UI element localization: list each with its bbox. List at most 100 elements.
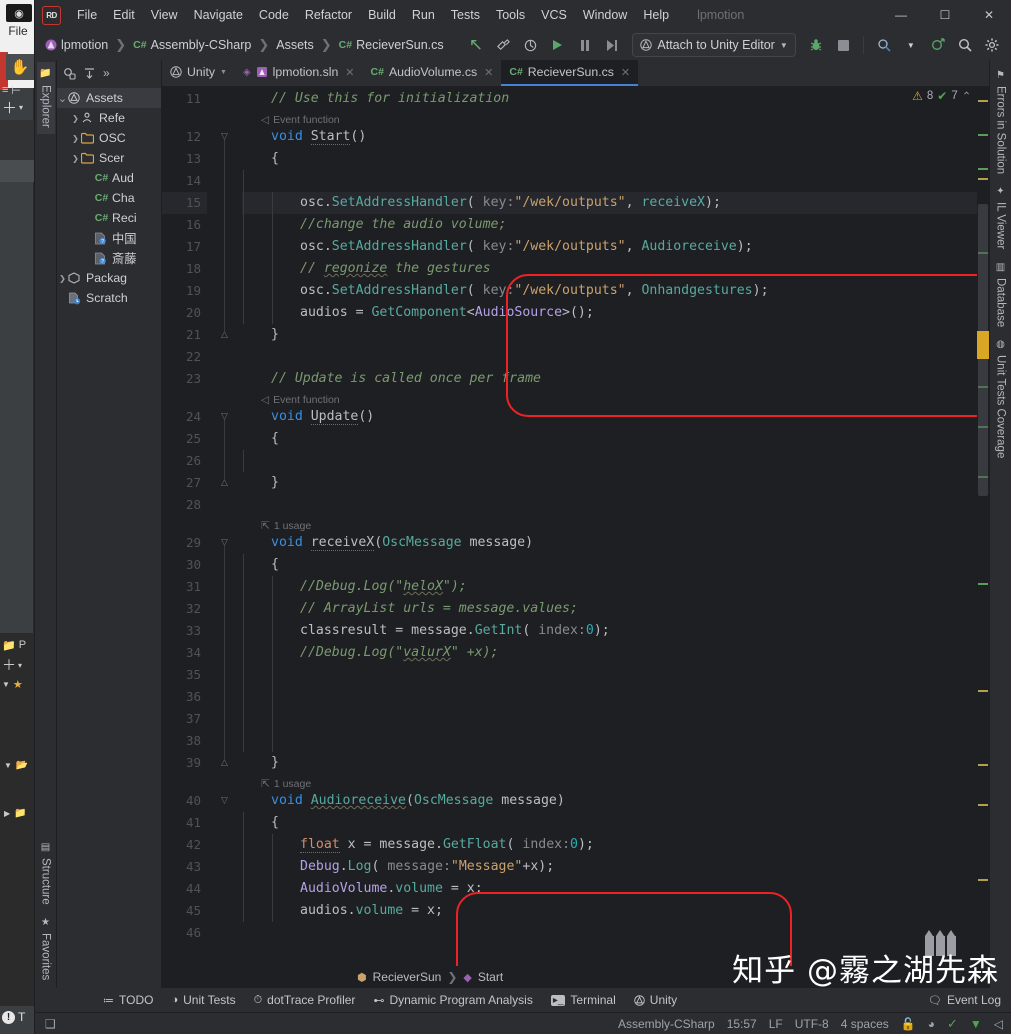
close-icon[interactable]: ✕ — [345, 66, 354, 79]
sidebar-item-explorer[interactable]: 📁 Explorer — [36, 62, 55, 135]
code-folding-column[interactable]: ▽ △ ▽ △ ▽ △ ▽ — [207, 86, 242, 966]
minimize-button[interactable]: — — [879, 0, 923, 30]
sidebar-item-favorites[interactable]: ★ Favorites — [37, 911, 55, 986]
code-vision-hint[interactable]: ◁ Event function — [261, 394, 340, 406]
breadcrumb-assembly[interactable]: C# Assembly-CSharp — [129, 36, 255, 54]
menu-help[interactable]: Help — [635, 4, 677, 26]
menu-navigate[interactable]: Navigate — [186, 4, 251, 26]
menu-file[interactable]: File — [69, 4, 105, 26]
step-over-icon[interactable] — [599, 33, 624, 57]
unity-logo-icon[interactable]: ◁ — [994, 1017, 1003, 1031]
tool-window-unity[interactable]: Unity — [634, 993, 677, 1007]
tab-audiovolume-cs[interactable]: C# AudioVolume.cs ✕ — [363, 60, 502, 86]
tab-unity[interactable]: Unity ▼ — [162, 60, 235, 86]
code-line[interactable]: osc.SetAddressHandler( key:"/wek/outputs… — [242, 192, 721, 214]
sidebar-item-structure[interactable]: ▤ Structure — [37, 836, 55, 911]
rebuild-icon[interactable] — [518, 33, 543, 57]
code-line[interactable]: //change the audio volume; — [242, 214, 506, 236]
chevron-right-icon[interactable]: ❯ — [70, 134, 81, 143]
code-line[interactable]: void receiveX(OscMessage message) — [242, 532, 533, 554]
code-line[interactable]: } — [242, 752, 279, 774]
menu-vcs[interactable]: VCS — [533, 4, 575, 26]
inspection-icon[interactable]: ◕ — [928, 1017, 935, 1031]
locate-icon[interactable] — [63, 67, 76, 80]
chevron-right-icon[interactable]: ❯ — [70, 154, 81, 163]
project-tree[interactable]: ⌄ Assets ❯ Refe ❯ OSC ❯ Scer C# Aud C# Cha C# Reci? 中国… — [57, 86, 161, 988]
sidebar-item-errors-in-solution[interactable]: ⚑ Errors in Solution — [992, 64, 1010, 180]
tree-item-scratch[interactable]: Scratch — [57, 288, 161, 308]
collapse-icon[interactable] — [83, 67, 96, 80]
code-line[interactable]: void Start() — [242, 126, 366, 148]
breadcrumb-file[interactable]: C# RecieverSun.cs — [335, 36, 448, 54]
breadcrumb-assets[interactable]: Assets — [272, 36, 318, 54]
debug-icon[interactable] — [804, 33, 829, 57]
code-line[interactable]: //Debug.Log("heloX"); — [242, 576, 467, 598]
status-indent[interactable]: 4 spaces — [841, 1017, 889, 1031]
sidebar-item-database[interactable]: ▥ Database — [992, 256, 1010, 333]
status-line-separator[interactable]: LF — [769, 1017, 783, 1031]
close-icon[interactable]: ✕ — [484, 66, 493, 79]
breadcrumb-class-label[interactable]: RecieverSun — [373, 970, 442, 984]
error-stripe-mark[interactable] — [978, 764, 988, 766]
code-line[interactable]: // ArrayList urls = message.values; — [242, 598, 578, 620]
error-stripe-mark[interactable] — [978, 134, 988, 136]
code-line[interactable]: void Update() — [242, 406, 374, 428]
menu-view[interactable]: View — [143, 4, 186, 26]
tree-item-reci[interactable]: C# Reci — [57, 208, 161, 228]
tab-lpmotion-sln[interactable]: ◈ lpmotion.sln ✕ — [235, 60, 363, 86]
close-icon[interactable]: ✕ — [621, 66, 630, 79]
coverage-icon[interactable] — [871, 33, 896, 57]
code-vision-hint[interactable]: ⇱ 1 usage — [261, 778, 311, 790]
breadcrumb-project[interactable]: lpmotion — [41, 36, 112, 54]
tab-recieversun-cs[interactable]: C# RecieverSun.cs ✕ — [501, 60, 639, 86]
code-line[interactable]: // regonize the gestures — [242, 258, 491, 280]
code-line[interactable]: //Debug.Log("valurX" +x); — [242, 642, 499, 664]
code-line[interactable]: { — [242, 554, 279, 576]
maximize-button[interactable]: ☐ — [923, 0, 967, 30]
status-encoding[interactable]: UTF-8 — [795, 1017, 829, 1031]
error-stripe[interactable] — [977, 86, 989, 966]
chevron-down-icon[interactable]: ▼ — [898, 33, 923, 57]
code-line[interactable]: osc.SetAddressHandler( key:"/wek/outputs… — [242, 236, 753, 258]
code-line[interactable]: { — [242, 428, 279, 450]
code-line[interactable]: osc.SetAddressHandler( key:"/wek/outputs… — [242, 280, 769, 302]
menu-tests[interactable]: Tests — [443, 4, 488, 26]
sidebar-item-unit-tests-coverage[interactable]: ◍ Unit Tests Coverage — [992, 333, 1010, 464]
code-vision-hint[interactable]: ⇱ 1 usage — [261, 520, 311, 532]
menu-refactor[interactable]: Refactor — [297, 4, 360, 26]
code-line[interactable]: { — [242, 812, 279, 834]
tool-window-todo[interactable]: ≔ TODO — [103, 993, 153, 1007]
tool-window-terminal[interactable]: ▸_ Terminal — [550, 993, 616, 1007]
build-icon[interactable] — [490, 33, 515, 57]
menu-run[interactable]: Run — [404, 4, 443, 26]
tree-item-scer[interactable]: ❯ Scer — [57, 148, 161, 168]
code-line[interactable]: Debug.Log( message:"Message"+x); — [242, 856, 554, 878]
unity-green-icon[interactable]: ▼ — [970, 1017, 982, 1031]
code-line[interactable]: // Use this for initialization — [242, 88, 509, 110]
run-icon[interactable] — [545, 33, 570, 57]
chevron-up-icon[interactable]: ⌃ — [962, 89, 972, 103]
sidebar-item-il-viewer[interactable]: ✦ IL Viewer — [992, 180, 1010, 255]
pause-icon[interactable] — [572, 33, 597, 57]
tool-window-unit-tests[interactable]: ◑ Unit Tests — [171, 993, 235, 1007]
code-line[interactable]: } — [242, 324, 279, 346]
checkmark-icon[interactable]: ✓ — [947, 1016, 958, 1032]
tree-item-assets[interactable]: ⌄ Assets — [57, 88, 161, 108]
tree-item-refe[interactable]: ❯ Refe — [57, 108, 161, 128]
run-configuration-selector[interactable]: Attach to Unity Editor ▼ — [632, 33, 796, 57]
tree-item-[interactable]: ? 斎藤 — [57, 248, 161, 268]
error-stripe-mark[interactable] — [978, 100, 988, 102]
lock-icon[interactable]: 🔓 — [901, 1017, 916, 1031]
breadcrumb-method-label[interactable]: Start — [478, 970, 503, 984]
code-line[interactable]: // Update is called once per frame — [242, 368, 541, 390]
back-icon[interactable]: ↖ — [463, 33, 488, 57]
chevron-down-icon[interactable]: ▼ — [220, 69, 227, 76]
tool-window-dottrace-profiler[interactable]: ⏱ dotTrace Profiler — [254, 993, 356, 1007]
error-stripe-mark[interactable] — [978, 690, 988, 692]
tree-item-cha[interactable]: C# Cha — [57, 188, 161, 208]
more-icon[interactable]: » — [103, 66, 110, 80]
tool-window-dynamic-program-analysis[interactable]: ⊷ Dynamic Program Analysis — [373, 993, 532, 1007]
chevron-right-icon[interactable]: ❯ — [70, 114, 81, 123]
tree-item-aud[interactable]: C# Aud — [57, 168, 161, 188]
menu-window[interactable]: Window — [575, 4, 635, 26]
